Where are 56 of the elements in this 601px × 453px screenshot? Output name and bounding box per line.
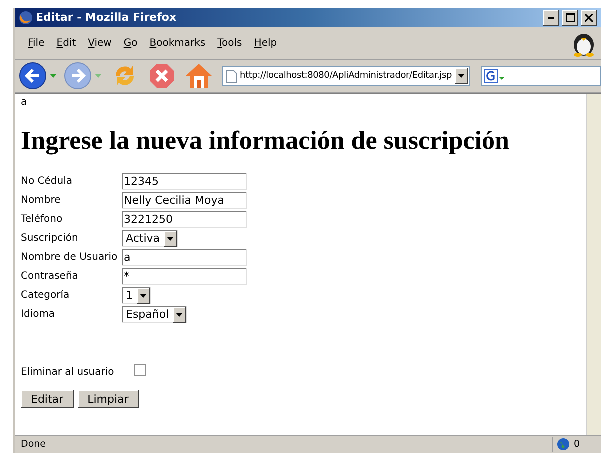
delete-checkbox[interactable] xyxy=(134,364,146,376)
status-counter: 0 xyxy=(574,439,580,450)
maximize-icon xyxy=(566,13,574,22)
firefox-icon xyxy=(19,10,33,24)
address-field[interactable]: http://localhost:8080/ApliAdministrador/Editar.jsp xyxy=(222,66,470,86)
minimize-icon xyxy=(548,16,554,18)
field-label: Categoría xyxy=(21,290,70,301)
text-field[interactable]: 3221250 xyxy=(122,211,247,228)
caret-icon xyxy=(50,74,57,78)
close-button[interactable] xyxy=(581,10,597,26)
dropdown-button[interactable] xyxy=(454,68,468,84)
stop-button[interactable] xyxy=(148,62,176,90)
field-label: Nombre xyxy=(21,195,61,206)
checkbox-label: Eliminar al usuario xyxy=(21,367,114,378)
close-icon xyxy=(585,14,593,22)
text-field[interactable]: * xyxy=(122,268,247,285)
caret-icon xyxy=(140,294,147,298)
back-button[interactable] xyxy=(19,62,47,90)
caret-icon xyxy=(458,74,465,78)
field-label: Teléfono xyxy=(21,214,63,225)
menu-item[interactable]: Tools xyxy=(212,38,250,48)
page-heading: Ingrese la nueva información de suscripción xyxy=(21,126,510,156)
home-button[interactable] xyxy=(185,62,213,90)
select-field[interactable]: 1 xyxy=(122,287,151,304)
menu-item[interactable]: File xyxy=(23,38,52,48)
text-field[interactable]: a xyxy=(122,249,247,266)
text-field[interactable]: 12345 xyxy=(122,173,247,190)
forward-button[interactable] xyxy=(64,62,92,90)
caret-icon xyxy=(176,312,184,316)
field-label: Suscripción xyxy=(21,233,78,244)
form-button[interactable]: Limpiar xyxy=(78,390,139,408)
text-field[interactable]: Nelly Cecilia Moya xyxy=(122,192,247,209)
minimize-button[interactable] xyxy=(543,10,559,26)
page-icon xyxy=(226,70,237,82)
menu-item[interactable]: Go xyxy=(118,38,145,48)
field-label: Contraseña xyxy=(21,271,78,282)
caret-icon xyxy=(95,74,102,78)
menu-item[interactable]: Bookmarks xyxy=(144,38,213,48)
maximize-button[interactable] xyxy=(562,10,578,26)
select-field[interactable]: Activa xyxy=(122,230,178,247)
field-label: Nombre de Usuario xyxy=(21,252,118,263)
globe-icon xyxy=(557,438,570,451)
page-text: a xyxy=(21,97,28,108)
google-icon xyxy=(484,69,506,83)
status-text: Done xyxy=(20,439,47,450)
caret-icon xyxy=(167,236,174,240)
menu-item[interactable]: Help xyxy=(249,38,284,48)
form-button[interactable]: Editar xyxy=(21,390,74,408)
search-field[interactable] xyxy=(480,66,601,86)
select-field[interactable]: Español xyxy=(122,306,188,323)
field-label: No Cédula xyxy=(21,176,73,187)
menu-item[interactable]: Edit xyxy=(52,38,84,48)
field-label: Idioma xyxy=(21,309,56,320)
window-title: Editar - Mozilla Firefox xyxy=(36,11,178,24)
scrollbar[interactable] xyxy=(586,94,601,435)
menu-item[interactable]: View xyxy=(83,38,119,48)
